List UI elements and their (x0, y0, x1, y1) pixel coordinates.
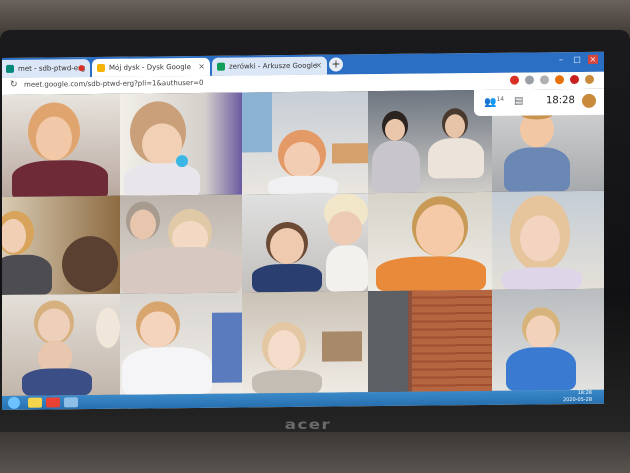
chrome-icon[interactable] (46, 397, 60, 408)
laptop-brand-logo: acer (284, 418, 332, 433)
tab-label: zerówki - Arkusze Google (229, 61, 318, 71)
people-icon[interactable]: 👥14 (484, 96, 504, 109)
participant-video-tile[interactable] (242, 193, 368, 293)
drive-favicon-icon (97, 63, 105, 73)
taskbar-clock[interactable]: 18:28 2020-05-28 (563, 390, 592, 404)
close-icon[interactable]: ● (78, 63, 85, 72)
participant-video-tile[interactable] (242, 291, 368, 394)
extension-icon[interactable] (570, 74, 579, 85)
participants-count: 14 (496, 95, 505, 103)
tab-label: Mój dysk - Dysk Google (109, 63, 191, 72)
close-icon[interactable]: × (315, 61, 322, 70)
tab-meet[interactable]: met - sdb-ptwd-erg ● (2, 59, 90, 79)
laptop-screen: met - sdb-ptwd-erg ● Mój dysk - Dysk Goo… (2, 51, 604, 410)
participant-video-tile[interactable] (2, 293, 120, 396)
taskbar-app-icon[interactable] (64, 397, 78, 408)
participant-video-tile[interactable] (242, 91, 368, 195)
participant-video-tile[interactable] (368, 289, 492, 393)
start-button[interactable] (8, 396, 20, 409)
avatar[interactable] (582, 93, 596, 108)
extension-icon[interactable] (555, 75, 564, 85)
maximize-icon[interactable]: □ (572, 55, 582, 64)
tab-label: met - sdb-ptwd-erg (18, 64, 86, 73)
new-tab-button[interactable]: + (329, 57, 343, 72)
meet-top-bar: 👥14 ▤ 18:28 (474, 88, 604, 117)
participant-video-tile[interactable] (2, 93, 120, 197)
participant-video-tile[interactable] (492, 288, 604, 391)
meet-participant-grid: 👥14 ▤ 18:28 (2, 88, 604, 396)
participant-video-tile[interactable] (120, 292, 242, 395)
meet-favicon-icon (6, 64, 14, 73)
minimize-icon[interactable]: – (556, 55, 566, 64)
profile-avatar-icon[interactable] (585, 74, 594, 84)
chat-icon[interactable]: ▤ (514, 96, 523, 107)
laptop-hinge (0, 432, 630, 473)
participant-video-tile[interactable] (492, 190, 604, 290)
file-explorer-icon[interactable] (28, 397, 42, 408)
taskbar-date: 2020-05-28 (562, 396, 592, 404)
extension-icons (510, 74, 594, 85)
participant-video-tile[interactable] (120, 92, 242, 196)
window-controls: – □ × (556, 54, 598, 64)
participant-video-tile[interactable] (2, 195, 120, 295)
sheets-favicon-icon (217, 62, 225, 71)
cast-icon[interactable] (510, 75, 519, 85)
star-icon[interactable] (525, 75, 534, 85)
participant-video-tile[interactable] (368, 191, 492, 292)
close-window-icon[interactable]: × (588, 54, 598, 64)
reload-icon[interactable]: ↻ (10, 80, 18, 90)
tab-sheets[interactable]: zerówki - Arkusze Google × (212, 56, 327, 76)
tab-drive[interactable]: Mój dysk - Dysk Google × (92, 57, 210, 78)
extension-icon[interactable] (540, 75, 549, 85)
close-icon[interactable]: × (198, 62, 205, 71)
meet-clock: 18:28 (546, 95, 575, 107)
participant-video-tile[interactable] (120, 194, 242, 294)
url-field[interactable]: meet.google.com/sdb-ptwd-erg?pli=1&authu… (24, 79, 203, 89)
